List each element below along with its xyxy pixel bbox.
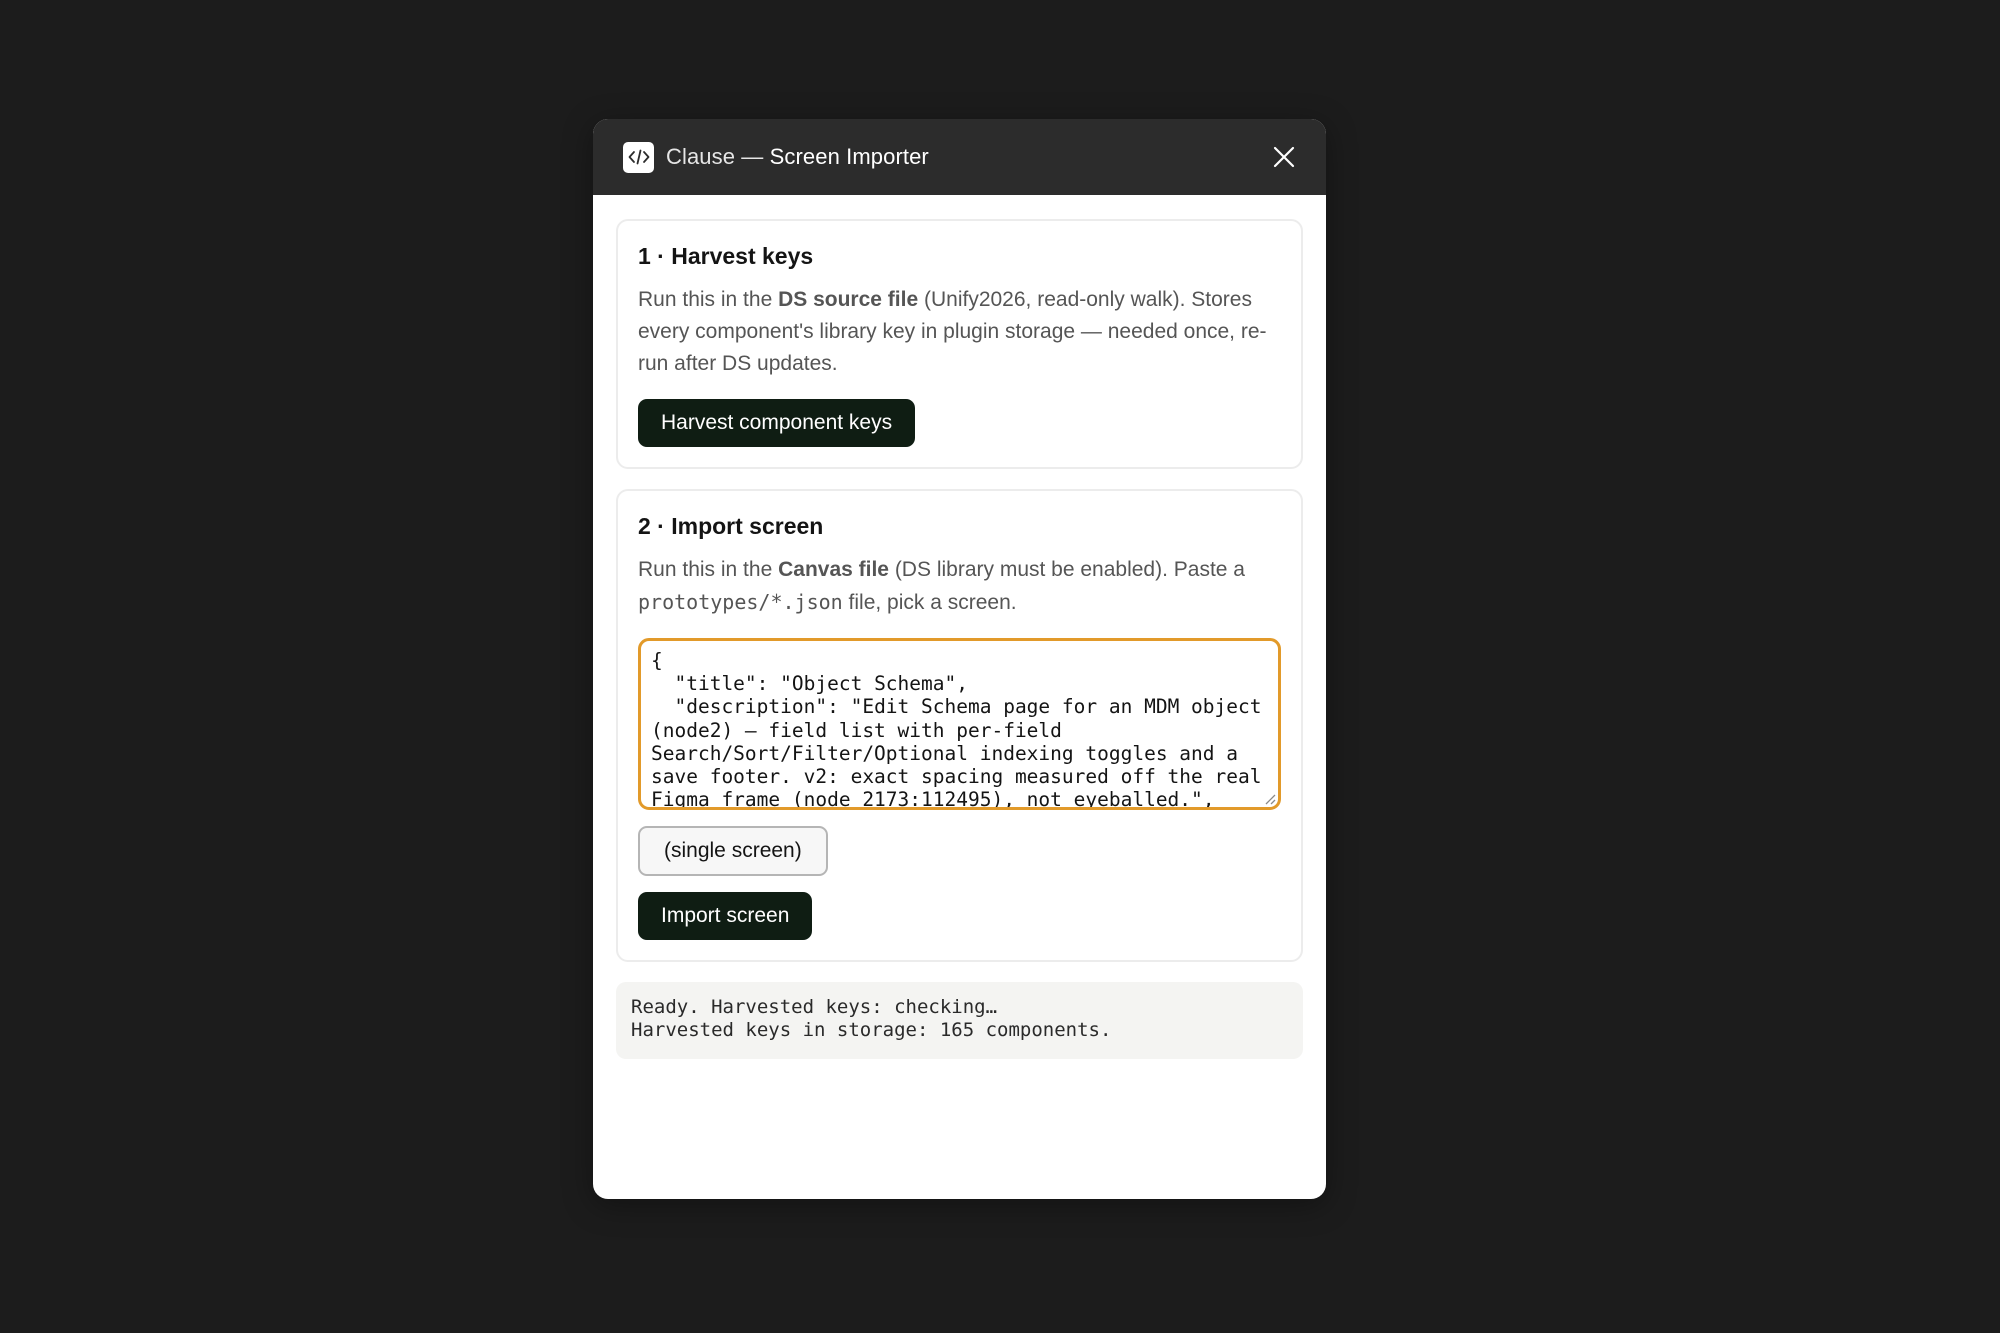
import-screen-description: Run this in the Canvas file (DS library …	[638, 554, 1281, 619]
import-screen-button[interactable]: Import screen	[638, 892, 813, 940]
harvest-keys-heading: 1 · Harvest keys	[638, 243, 814, 269]
import-desc-bold: Canvas file	[778, 558, 889, 581]
harvest-desc-bold: DS source file	[778, 288, 919, 311]
plugin-window: Clause — Screen Importer 1 · Harvest key…	[593, 119, 1326, 1199]
code-brackets-icon	[623, 141, 654, 173]
import-desc-text-3: file, pick a screen.	[842, 591, 1017, 614]
close-icon	[1273, 146, 1295, 168]
json-input-value: { "title": "Object Schema", "description…	[651, 649, 1262, 810]
plugin-content: 1 · Harvest keys Run this in the DS sour…	[593, 195, 1326, 1059]
status-log: Ready. Harvested keys: checking… Harvest…	[616, 982, 1303, 1059]
import-screen-heading: 2 · Import screen	[638, 513, 824, 539]
harvest-component-keys-button[interactable]: Harvest component keys	[638, 399, 916, 447]
title-separator: —	[735, 144, 770, 169]
import-screen-card: 2 · Import screen Run this in the Canvas…	[616, 489, 1303, 962]
import-desc-text-1: Run this in the	[638, 558, 779, 581]
status-line-1: Ready. Harvested keys: checking…	[631, 996, 998, 1018]
window-title: Clause — Screen Importer	[666, 144, 1266, 170]
title-main: Screen Importer	[769, 144, 929, 169]
status-line-2: Harvested keys in storage: 165 component…	[631, 1019, 1112, 1041]
titlebar: Clause — Screen Importer	[593, 119, 1326, 195]
import-desc-code: prototypes/*.json	[638, 590, 843, 614]
screen-select[interactable]: (single screen)	[638, 826, 828, 876]
resize-handle-icon[interactable]	[1262, 791, 1276, 805]
title-prefix: Clause	[666, 144, 736, 169]
harvest-desc-text-1: Run this in the	[638, 288, 779, 311]
harvest-keys-description: Run this in the DS source file (Unify202…	[638, 284, 1281, 380]
harvest-keys-card: 1 · Harvest keys Run this in the DS sour…	[616, 219, 1303, 469]
close-button[interactable]	[1266, 139, 1302, 175]
import-desc-text-2: (DS library must be enabled). Paste a	[888, 558, 1245, 581]
json-input-textarea[interactable]: { "title": "Object Schema", "description…	[638, 638, 1281, 810]
